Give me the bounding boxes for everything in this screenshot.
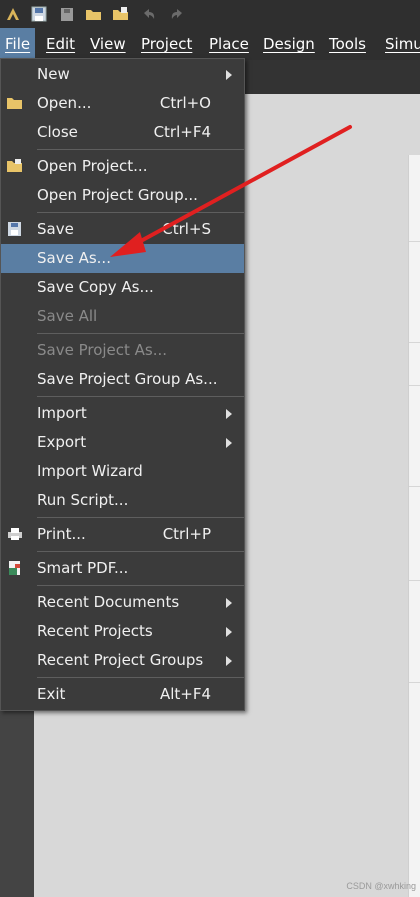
menu-separator <box>37 396 244 397</box>
menu-item-label: Recent Projects <box>37 622 153 640</box>
menu-item-label: Open... <box>37 94 92 112</box>
submenu-arrow-icon <box>226 438 232 448</box>
menu-item-save-copy-as[interactable]: Save Copy As... <box>1 273 244 302</box>
menu-item-label: Import Wizard <box>37 462 143 480</box>
menu-view[interactable]: View <box>90 28 126 60</box>
menu-item-save-project-as[interactable]: Save Project As... <box>1 336 244 365</box>
open-folder-icon <box>7 98 22 109</box>
menu-item-label: Run Script... <box>37 491 129 509</box>
menu-item-label: Save As... <box>37 249 111 267</box>
menu-item-open[interactable]: Open... Ctrl+O <box>1 89 244 118</box>
menu-item-save[interactable]: Save Ctrl+S <box>1 215 244 244</box>
menu-separator <box>37 585 244 586</box>
shortcut-label: Ctrl+P <box>162 525 211 543</box>
menu-item-label: Recent Project Groups <box>37 651 204 669</box>
save-icon <box>8 222 21 236</box>
menu-item-smart-pdf[interactable]: Smart PDF... <box>1 554 244 583</box>
menu-item-exit[interactable]: Exit Alt+F4 <box>1 680 244 709</box>
menu-file[interactable]: File <box>0 28 36 60</box>
menu-project[interactable]: Project <box>141 28 192 60</box>
menu-item-recent-documents[interactable]: Recent Documents <box>1 588 244 617</box>
menu-item-import[interactable]: Import <box>1 399 244 428</box>
menu-item-label: Open Project Group... <box>37 186 198 204</box>
redo-icon[interactable] <box>168 5 186 23</box>
shortcut-label: Alt+F4 <box>159 685 211 703</box>
menubar: File Edit View Project Place Design Tool… <box>0 28 420 60</box>
menu-tools[interactable]: Tools <box>329 28 366 60</box>
schematic-sheet-edge <box>408 155 420 897</box>
menu-item-new[interactable]: New <box>1 60 244 89</box>
file-menu: New Open... Ctrl+O Close Ctrl+F4 Open Pr… <box>0 58 245 711</box>
menu-item-label: Close <box>37 123 78 141</box>
menu-design[interactable]: Design <box>263 28 315 60</box>
menu-separator <box>37 212 244 213</box>
undo-icon[interactable] <box>140 5 158 23</box>
menu-item-recent-projects[interactable]: Recent Projects <box>1 617 244 646</box>
menu-simulate[interactable]: Simu <box>385 28 420 60</box>
menu-item-label: Exit <box>37 685 66 703</box>
submenu-arrow-icon <box>226 409 232 419</box>
menu-item-label: Save <box>37 220 74 238</box>
menu-separator <box>37 517 244 518</box>
print-icon <box>8 528 22 540</box>
menu-item-close[interactable]: Close Ctrl+F4 <box>1 118 244 147</box>
menu-item-save-project-group-as[interactable]: Save Project Group As... <box>1 365 244 394</box>
menu-item-label: Save Project Group As... <box>37 370 218 388</box>
save-icon[interactable] <box>30 5 48 23</box>
menu-item-label: Export <box>37 433 87 451</box>
submenu-arrow-icon <box>226 598 232 608</box>
menu-item-label: Save Project As... <box>37 341 168 359</box>
menu-item-label: Import <box>37 404 87 422</box>
submenu-arrow-icon <box>226 70 232 80</box>
watermark: CSDN @xwhking <box>346 881 416 891</box>
submenu-arrow-icon <box>226 627 232 637</box>
menu-item-import-wizard[interactable]: Import Wizard <box>1 457 244 486</box>
shortcut-label: Ctrl+O <box>159 94 211 112</box>
menu-separator <box>37 551 244 552</box>
open-project-icon <box>7 159 22 172</box>
menu-item-print[interactable]: Print... Ctrl+P <box>1 520 244 549</box>
menu-item-open-project[interactable]: Open Project... <box>1 152 244 181</box>
menu-separator <box>37 149 244 150</box>
toolbar <box>0 0 420 28</box>
menu-item-save-all[interactable]: Save All <box>1 302 244 331</box>
menu-item-run-script[interactable]: Run Script... <box>1 486 244 515</box>
submenu-arrow-icon <box>226 656 232 666</box>
menu-item-label: Smart PDF... <box>37 559 129 577</box>
menu-item-label: Save All <box>37 307 98 325</box>
menu-item-label: New <box>37 65 70 83</box>
open-folder-icon[interactable] <box>85 5 103 23</box>
menu-place[interactable]: Place <box>209 28 249 60</box>
menu-item-label: Save Copy As... <box>37 278 154 296</box>
menu-item-save-as[interactable]: Save As... <box>1 244 244 273</box>
app-logo-icon <box>7 8 19 20</box>
menu-separator <box>37 333 244 334</box>
shortcut-label: Ctrl+S <box>162 220 211 238</box>
open-project-icon[interactable] <box>112 5 130 23</box>
pdf-icon <box>9 561 20 575</box>
menu-item-label: Print... <box>37 525 86 543</box>
menu-item-export[interactable]: Export <box>1 428 244 457</box>
menu-item-label: Open Project... <box>37 157 148 175</box>
menu-item-open-project-group[interactable]: Open Project Group... <box>1 181 244 210</box>
menu-separator <box>37 677 244 678</box>
save-all-icon[interactable] <box>58 5 76 23</box>
shortcut-label: Ctrl+F4 <box>153 123 211 141</box>
menu-item-label: Recent Documents <box>37 593 180 611</box>
menu-edit[interactable]: Edit <box>46 28 75 60</box>
menu-item-recent-project-groups[interactable]: Recent Project Groups <box>1 646 244 675</box>
